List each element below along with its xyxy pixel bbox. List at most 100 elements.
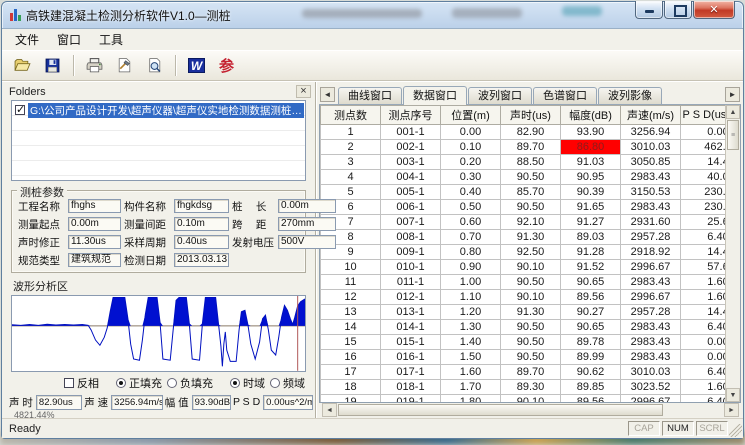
vertical-scrollbar[interactable]: ▲ ≡ ▼ [725,105,740,402]
table-row[interactable]: 6006-10.5090.5091.652983.43230.4 [321,200,726,215]
fill-mode-radio-0[interactable]: 正填充 [116,375,162,391]
column-header-2[interactable]: 位置(m) [441,106,501,125]
checkbox-icon[interactable] [64,378,74,388]
table-row[interactable]: 9009-10.8092.5091.282918.9214.4 [321,245,726,260]
table-row[interactable]: 10010-10.9090.1091.522996.6757.6 [321,260,726,275]
table-row[interactable]: 2002-10.1089.7086.803010.03462.4 [321,140,726,155]
radio-icon[interactable] [167,378,177,388]
param-field-10[interactable]: 2013.03.13 [174,253,229,267]
invert-phase-checkbox[interactable]: 反相 [64,375,99,391]
tab-scroll-right-button[interactable]: ► [725,87,740,102]
column-header-1[interactable]: 测点序号 [381,106,441,125]
table-row[interactable]: 14014-11.3090.5090.652983.436.40 [321,320,726,335]
hscrollbar-track[interactable] [664,403,724,417]
table-row[interactable]: 16016-11.5090.5089.992983.430.00 [321,350,726,365]
scrollbar-thumb[interactable]: ≡ [727,120,739,150]
column-header-0[interactable]: 测点数 [321,106,381,125]
process-data-button[interactable] [111,53,138,78]
table-row[interactable]: 15015-11.4090.5089.782983.430.00 [321,335,726,350]
table-row[interactable]: 4004-10.3090.5090.952983.4340.0 [321,170,726,185]
title-bar[interactable]: 高铁建混凝土检测分析软件V1.0—测桩 [2,2,743,28]
close-button[interactable] [693,1,735,19]
param-field-8[interactable]: 500V [278,235,336,249]
param-field-3[interactable]: 0.00m [68,217,121,231]
folders-panel: Folders × G:\公司产品设计开发\超声仪器\超声仪实地检测数据测桩qd… [2,82,316,418]
fill-mode-radio-1[interactable]: 负填充 [167,375,213,391]
table-cell: 003-1 [381,155,441,170]
menu-item-0[interactable]: 文件 [6,28,48,51]
table-row[interactable]: 18018-11.7089.3089.853023.521.60 [321,380,726,395]
tab-2[interactable]: 波列窗口 [468,87,532,104]
readout-fields: 声 时82.90us声 速3256.94m/s幅 值93.90dBP S D0.… [9,395,313,410]
folder-list-item[interactable]: G:\公司产品设计开发\超声仪器\超声仪实地检测数据测桩qd\qd03\qd03… [13,103,304,117]
scroll-left-icon[interactable]: ◄ [322,403,337,417]
table-cell: 90.50 [501,335,561,350]
param-field-5[interactable]: 270mm [278,217,336,231]
table-row[interactable]: 13013-11.2091.3090.272957.2814.4 [321,305,726,320]
scrollbar-track[interactable] [726,151,740,388]
table-row[interactable]: 19019-11.8090.1089.562996.676.40 [321,395,726,403]
table-cell: 015-1 [381,335,441,350]
table-cell: 0.00 [441,125,501,140]
readout-field-2[interactable]: 93.90dB [192,395,231,410]
scroll-down-icon[interactable]: ▼ [726,388,740,402]
param-field-7[interactable]: 0.40us [174,235,229,249]
resize-grip-icon[interactable] [729,424,742,437]
table-cell: 0.40 [441,185,501,200]
domain-mode-radio-0[interactable]: 时域 [230,375,265,391]
table-cell: 19 [321,395,381,403]
menu-item-2[interactable]: 工具 [90,28,132,51]
checkbox-icon[interactable] [15,105,25,115]
table-row[interactable]: 5005-10.4085.7090.393150.53230.4 [321,185,726,200]
column-header-6[interactable]: P S D(us^2/m) [681,106,726,125]
column-header-4[interactable]: 幅度(dB) [561,106,621,125]
radio-icon[interactable] [230,378,240,388]
horizontal-scrollbar[interactable]: ◄ ► [322,403,739,417]
minimize-button[interactable] [635,1,663,19]
scroll-up-icon[interactable]: ▲ [726,105,740,119]
table-row[interactable]: 7007-10.6092.1091.272931.6025.6 [321,215,726,230]
table-row[interactable]: 1001-10.0082.9093.903256.940.00 [321,125,726,140]
menu-item-1[interactable]: 窗口 [48,28,90,51]
word-report-button[interactable]: W [183,53,210,78]
readout-field-0[interactable]: 82.90us [36,395,82,410]
readout-field-3[interactable]: 0.00us^2/m [263,395,313,410]
maximize-button[interactable] [664,1,692,19]
table-row[interactable]: 17017-11.6089.7090.623010.036.40 [321,365,726,380]
open-file-button[interactable] [9,53,36,78]
table-cell: 0.30 [441,170,501,185]
save-file-button[interactable] [39,53,66,78]
tab-1[interactable]: 数据窗口 [403,86,467,105]
param-field-2[interactable]: 0.00m [278,199,336,213]
tab-scroll-left-button[interactable]: ◄ [320,87,335,102]
tab-3[interactable]: 色谱窗口 [533,87,597,104]
table-cell: 90.10 [501,260,561,275]
table-row[interactable]: 12012-11.1090.1089.562996.671.60 [321,290,726,305]
readout-field-1[interactable]: 3256.94m/s [111,395,163,410]
radio-icon[interactable] [116,378,126,388]
panel-close-button[interactable]: × [296,85,311,98]
param-field-1[interactable]: fhgkdsg [174,199,229,213]
hscrollbar-thumb[interactable] [338,404,663,416]
print-preview-button[interactable] [141,53,168,78]
table-cell: 13 [321,305,381,320]
folders-list[interactable]: G:\公司产品设计开发\超声仪器\超声仪实地检测数据测桩qd\qd03\qd03… [11,100,306,181]
print-button[interactable] [81,53,108,78]
param-field-4[interactable]: 0.10m [174,217,229,231]
table-row[interactable]: 3003-10.2088.5091.033050.8514.4 [321,155,726,170]
scroll-right-icon[interactable]: ► [724,403,739,417]
radio-icon[interactable] [270,378,280,388]
reference-params-button[interactable]: 参 [213,53,240,78]
table-row[interactable]: 8008-10.7091.3089.032957.286.40 [321,230,726,245]
tab-0[interactable]: 曲线窗口 [338,87,402,104]
waveform-plot[interactable] [11,295,306,372]
tab-4[interactable]: 波列影像 [598,87,662,104]
param-field-9[interactable]: 建筑规范 [68,253,121,267]
table-row[interactable]: 11011-11.0090.5090.652983.431.60 [321,275,726,290]
table-cell: 82.90 [501,125,561,140]
param-field-0[interactable]: fhghs [68,199,121,213]
domain-mode-radio-1[interactable]: 频域 [270,375,305,391]
param-field-6[interactable]: 11.30us [68,235,121,249]
column-header-5[interactable]: 声速(m/s) [621,106,681,125]
column-header-3[interactable]: 声时(us) [501,106,561,125]
